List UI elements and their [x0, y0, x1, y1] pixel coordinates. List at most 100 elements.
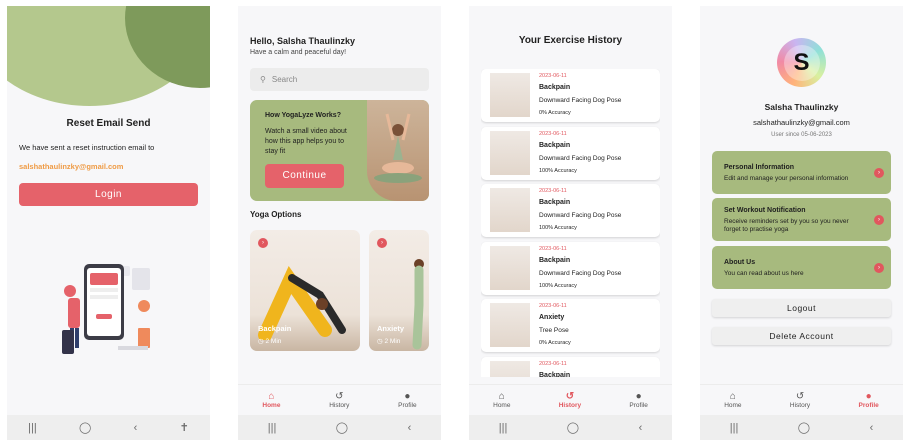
history-icon: ↺	[795, 391, 805, 402]
reset-text: We have sent a reset instruction email t…	[19, 143, 155, 152]
recent-apps-icon[interactable]: |||	[268, 422, 277, 434]
search-placeholder: Search	[271, 75, 298, 84]
card-title: Backpain	[258, 324, 292, 333]
tab-profile[interactable]: ● Profile	[398, 391, 416, 409]
back-icon[interactable]: ‹	[134, 422, 138, 434]
option-desc: You can read about us here	[724, 270, 804, 277]
system-nav-bar: ||| ◯ ‹	[238, 415, 441, 440]
person-icon: ●	[865, 391, 872, 402]
promo-title: How YogaLyze Works?	[265, 112, 341, 119]
person-icon: ●	[404, 391, 411, 402]
recent-apps-icon[interactable]: |||	[28, 422, 37, 434]
card-title: Anxiety	[377, 324, 405, 333]
history-category: Anxiety	[539, 314, 565, 322]
page-title: Your Exercise History	[518, 35, 623, 46]
about-us-option[interactable]: About Us You can read about us here ›	[712, 246, 891, 289]
home-icon: ⌂	[729, 391, 736, 402]
history-icon: ↺	[565, 391, 575, 402]
tab-profile[interactable]: ● Profile	[859, 391, 879, 409]
tab-label: History	[558, 402, 582, 409]
back-icon[interactable]: ‹	[639, 422, 643, 434]
history-row[interactable]: 2023-06-11 Backpain Downward Facing Dog Po…	[481, 241, 660, 295]
history-accuracy: 0% Accuracy	[539, 340, 571, 347]
home-circle-icon[interactable]: ◯	[567, 421, 579, 434]
profile-since: User since 05-06-2023	[771, 132, 832, 138]
tab-home[interactable]: ⌂ Home	[493, 391, 510, 409]
history-pose: Downward Facing Dog Pose	[539, 97, 622, 104]
bottom-tab-bar: ⌂ Home ↺ History ● Profile	[700, 384, 903, 415]
continue-button[interactable]: Continue	[265, 164, 344, 188]
login-button[interactable]: Login	[19, 183, 198, 206]
chevron-right-icon: ›	[377, 238, 387, 248]
history-accuracy: 100% Accuracy	[539, 167, 577, 174]
recent-apps-icon[interactable]: |||	[499, 422, 508, 434]
history-accuracy: 100% Accuracy	[539, 282, 577, 289]
home-circle-icon[interactable]: ◯	[798, 421, 810, 434]
section-title: Yoga Options	[250, 210, 302, 219]
reset-title: Reset Email Send	[66, 118, 151, 129]
tab-home[interactable]: ⌂ Home	[262, 391, 280, 409]
personal-info-option[interactable]: Personal Information Edit and manage you…	[712, 151, 891, 194]
greeting: Hello, Salsha Thaulinzky	[250, 36, 356, 46]
back-icon[interactable]: ‹	[870, 422, 874, 434]
chevron-right-icon: ›	[874, 215, 884, 225]
home-circle-icon[interactable]: ◯	[79, 421, 91, 434]
tab-profile[interactable]: ● Profile	[629, 391, 647, 409]
home-screen: Hello, Salsha Thaulinzky Have a calm and…	[238, 6, 441, 440]
delete-account-button[interactable]: Delete Account	[712, 327, 891, 345]
yoga-card-anxiety[interactable]: › Anxiety ◷ 2 Min	[369, 230, 429, 351]
option-desc: Receive reminders set by you so you neve…	[724, 218, 849, 233]
promo-card: How YogaLyze Works? Watch a small video …	[250, 100, 429, 201]
chevron-right-icon: ›	[874, 168, 884, 178]
history-date: 2023-06-11	[539, 130, 567, 137]
avatar-initial: S	[783, 44, 820, 81]
chevron-right-icon: ›	[258, 238, 268, 248]
profile-screen: S Salsha Thaulinzky salshathaulinzky@gma…	[700, 6, 903, 440]
tab-home[interactable]: ⌂ Home	[724, 391, 741, 409]
option-title: About Us	[724, 259, 756, 266]
history-category: Backpain	[539, 141, 571, 149]
history-list[interactable]: 2023-06-11 Backpain Downward Facing Dog Po…	[481, 69, 660, 377]
history-row[interactable]: 2023-06-11 Backpain	[481, 356, 660, 377]
phone-illustration	[62, 264, 150, 354]
tab-label: Home	[724, 402, 742, 409]
accessibility-icon[interactable]: ✝	[180, 421, 189, 434]
pose-thumbnail	[490, 303, 530, 348]
yoga-card-backpain[interactable]: › Backpain ◷ 2 Min	[250, 230, 360, 351]
pose-thumbnail	[490, 73, 530, 117]
recent-apps-icon[interactable]: |||	[730, 422, 739, 434]
history-pose: Downward Facing Dog Pose	[539, 154, 622, 162]
tab-history[interactable]: ↺ History	[790, 391, 810, 409]
pose-thumbnail	[490, 360, 530, 377]
tab-history[interactable]: ↺ History	[329, 391, 349, 409]
option-desc: Edit and manage your personal informatio…	[724, 175, 849, 182]
history-date: 2023-06-11	[539, 73, 567, 79]
duration-label: 2 Min	[384, 338, 401, 345]
bottom-tab-bar: ⌂ Home ↺ History ● Profile	[238, 384, 441, 415]
yoga-pose-image	[412, 259, 424, 350]
history-row[interactable]: 2023-06-11 Backpain Downward Facing Dog Po…	[481, 184, 660, 238]
tab-label: History	[789, 402, 811, 409]
system-nav-bar: ||| ◯ ‹	[469, 415, 672, 440]
home-circle-icon[interactable]: ◯	[336, 421, 348, 434]
search-input[interactable]: ⚲ Search	[250, 68, 429, 91]
workout-notification-option[interactable]: Set Workout Notification Receive reminde…	[712, 198, 891, 241]
history-category: Backpain	[539, 199, 571, 207]
profile-name: Salsha Thaulinzky	[764, 102, 839, 112]
history-date: 2023-06-11	[539, 360, 567, 367]
history-row[interactable]: 2023-06-11 Backpain Downward Facing Dog Po…	[481, 69, 660, 122]
history-category: Backpain	[539, 371, 571, 377]
profile-email: salshathaulinzky@gmail.com	[753, 118, 850, 127]
tab-history[interactable]: ↺ History	[559, 391, 581, 409]
history-date: 2023-06-11	[539, 245, 567, 252]
tab-label: Profile	[629, 402, 648, 409]
history-row[interactable]: 2023-06-11 Anxiety Tree Pose 0% Accuracy	[481, 299, 660, 353]
tab-label: History	[329, 402, 350, 409]
bottom-tab-bar: ⌂ Home ↺ History ● Profile	[469, 384, 672, 415]
history-category: Backpain	[539, 256, 571, 264]
history-row[interactable]: 2023-06-11 Backpain Downward Facing Dog Po…	[481, 126, 660, 180]
tab-label: Home	[493, 402, 511, 409]
back-icon[interactable]: ‹	[408, 422, 412, 434]
logout-button[interactable]: Logout	[712, 299, 891, 317]
system-nav-bar: ||| ◯ ‹	[700, 415, 903, 440]
